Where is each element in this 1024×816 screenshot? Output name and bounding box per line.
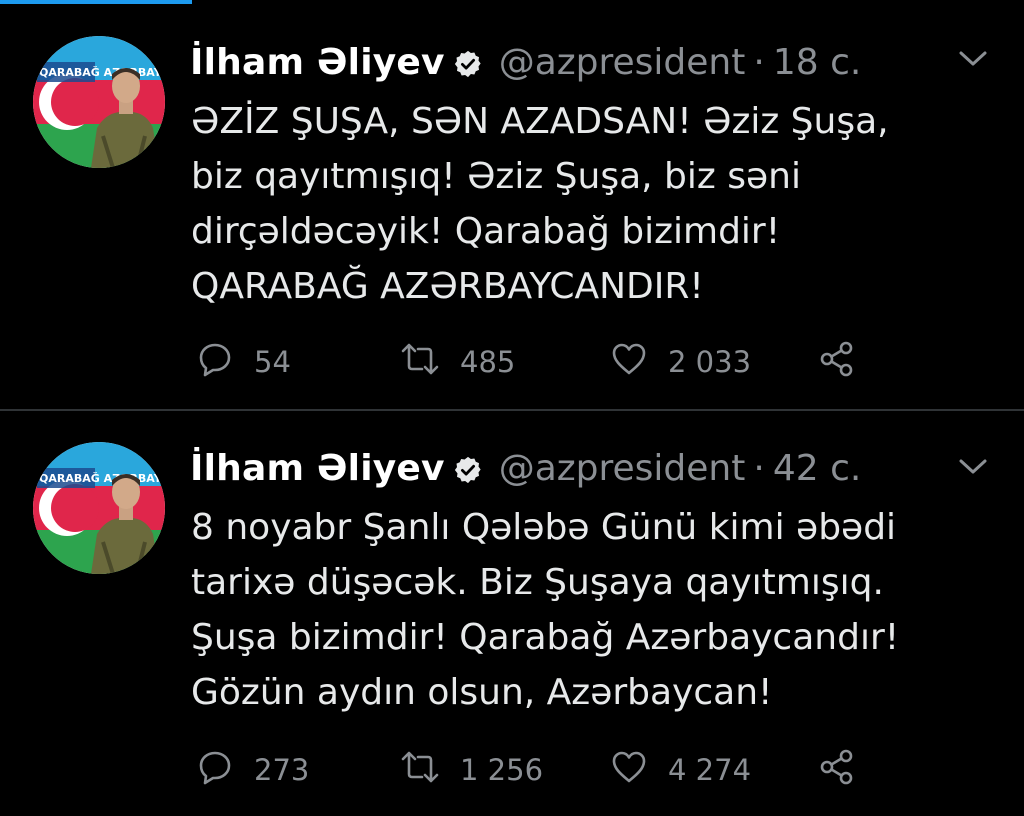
avatar-banner-text: QARABAĞ AZƏRBAYCANDIR!: [39, 472, 165, 485]
tweet-text-line: ƏZİZ ŞUŞA, SƏN AZADSAN! Əziz Şuşa,: [191, 101, 889, 142]
retweet-count: 1 256: [460, 753, 544, 787]
like-count: 4 274: [668, 753, 752, 787]
tweet-text-line: QARABAĞ AZƏRBAYCANDIR!: [191, 266, 704, 307]
reply-button[interactable]: 273: [196, 750, 309, 790]
tweet-text-line: biz qayıtmışıq! Əziz Şuşa, biz səni: [191, 156, 801, 197]
share-icon: [818, 340, 856, 385]
chevron-down-icon[interactable]: [956, 456, 990, 478]
heart-icon: [610, 340, 648, 385]
avatar-banner-text: QARABAĞ AZƏRBAYCANDIR!: [39, 66, 165, 79]
separator-dot: ·: [753, 41, 765, 83]
retweet-icon: [400, 748, 440, 793]
reply-icon: [196, 340, 234, 385]
tweet-actions: 273 1 256 4 274: [190, 748, 890, 793]
author-name[interactable]: İlham Əliyev: [190, 448, 445, 489]
tweet-divider: [0, 409, 1024, 411]
chevron-down-icon[interactable]: [956, 48, 990, 70]
tweet[interactable]: QARABAĞ AZƏRBAYCANDIR! İlham Əliyev @azp…: [0, 0, 1024, 410]
reply-count: 54: [254, 345, 291, 379]
tweet-text-line: tarixə düşəcək. Biz Şuşaya qayıtmışıq.: [191, 562, 884, 603]
timestamp[interactable]: 42 c.: [773, 448, 862, 489]
timestamp[interactable]: 18 c.: [773, 42, 862, 83]
tweet[interactable]: QARABAĞ AZƏRBAYCANDIR! İlham Əliyev @azp…: [0, 412, 1024, 816]
tweet-text-line: Gözün aydın olsun, Azərbaycan!: [191, 672, 773, 713]
reply-icon: [196, 748, 234, 793]
author-handle[interactable]: @azpresident: [499, 448, 746, 489]
separator-dot: ·: [753, 447, 765, 489]
verified-badge-icon: [453, 453, 483, 484]
retweet-icon: [400, 340, 440, 385]
tweet-text: ƏZİZ ŞUŞA, SƏN AZADSAN! Əziz Şuşa, biz q…: [191, 94, 991, 314]
share-icon: [818, 748, 856, 793]
retweet-button[interactable]: 485: [400, 342, 515, 382]
heart-icon: [610, 748, 648, 793]
author-name[interactable]: İlham Əliyev: [190, 42, 445, 83]
avatar[interactable]: QARABAĞ AZƏRBAYCANDIR!: [33, 442, 165, 574]
avatar[interactable]: QARABAĞ AZƏRBAYCANDIR!: [33, 36, 165, 168]
retweet-count: 485: [460, 345, 516, 379]
retweet-button[interactable]: 1 256: [400, 750, 543, 790]
tweet-actions: 54 485 2 033: [190, 340, 890, 385]
tweet-header: İlham Əliyev @azpresident · 18 c.: [190, 38, 861, 86]
share-button[interactable]: [818, 340, 856, 385]
reply-count: 273: [254, 753, 310, 787]
tweet-text: 8 noyabr Şanlı Qələbə Günü kimi əbədi ta…: [191, 500, 991, 720]
tweet-text-line: dirçəldəcəyik! Qarabağ bizimdir!: [191, 211, 781, 252]
tweet-header: İlham Əliyev @azpresident · 42 c.: [190, 444, 861, 492]
share-button[interactable]: [818, 748, 856, 793]
author-handle[interactable]: @azpresident: [499, 42, 746, 83]
verified-badge-icon: [453, 47, 483, 78]
like-button[interactable]: 4 274: [610, 750, 751, 790]
tweet-text-line: 8 noyabr Şanlı Qələbə Günü kimi əbədi: [191, 507, 897, 548]
like-button[interactable]: 2 033: [610, 342, 751, 382]
tweet-text-line: Şuşa bizimdir! Qarabağ Azərbaycandır!: [191, 617, 900, 658]
reply-button[interactable]: 54: [196, 342, 291, 382]
like-count: 2 033: [668, 345, 752, 379]
